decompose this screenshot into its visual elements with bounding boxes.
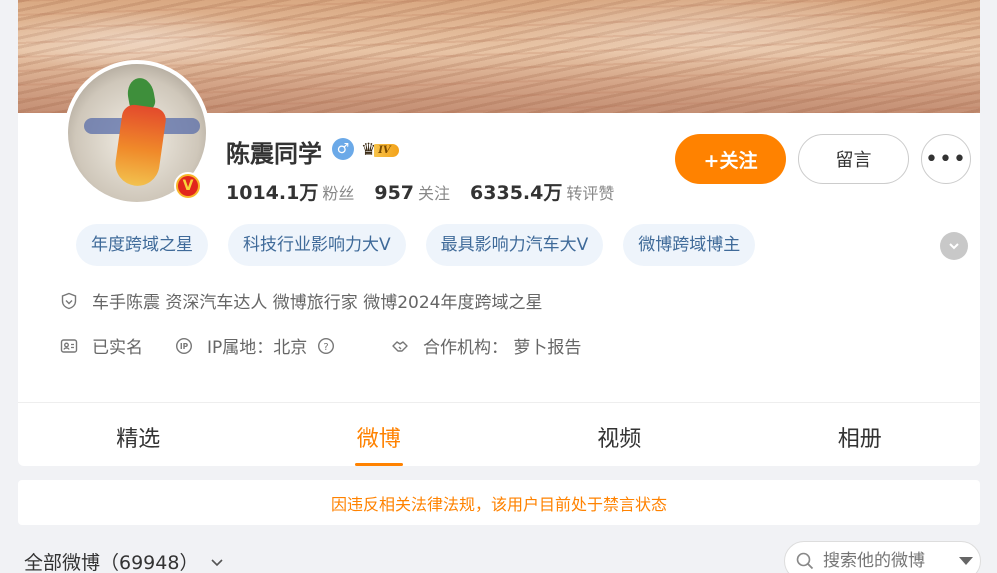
id-card-icon [60, 338, 78, 353]
chevron-down-icon [949, 243, 959, 250]
search-box[interactable] [784, 541, 981, 573]
following-count[interactable]: 957 [374, 182, 414, 204]
org-row: 合作机构： 萝卜报告 [391, 333, 581, 358]
all-weibo-label: 全部微博（69948） [24, 552, 199, 573]
bio-row: 车手陈震 资深汽车达人 微博旅行家 微博2024年度跨域之星 [60, 288, 542, 313]
search-filter-dropdown-icon[interactable] [959, 557, 973, 565]
org-text[interactable]: 合作机构： 萝卜报告 [423, 333, 581, 358]
followers-count[interactable]: 1014.1万 [226, 178, 318, 205]
level-label: IV [374, 143, 399, 157]
more-button[interactable]: ••• [921, 134, 971, 184]
following-label[interactable]: 关注 [418, 180, 450, 204]
follow-button[interactable]: +关注 [675, 134, 786, 184]
expand-tags-button[interactable] [940, 232, 968, 260]
followers-label[interactable]: 粉丝 [322, 180, 354, 204]
bio-text: 车手陈震 资深汽车达人 微博旅行家 微博2024年度跨域之星 [92, 293, 543, 313]
user-level-badge[interactable]: ♛ IV [361, 139, 399, 161]
tab-videos[interactable]: 视频 [499, 403, 740, 466]
engagement-count: 6335.4万 [470, 182, 563, 204]
tab-featured[interactable]: 精选 [18, 403, 259, 466]
engagement-label: 转评赞 [566, 184, 615, 203]
realname-row: 已实名 [60, 333, 143, 358]
message-button[interactable]: 留言 [798, 134, 909, 184]
profile-name: 陈震同学 [226, 140, 322, 168]
profile-stats: 1014.1万 粉丝 957 关注 6335.4万 转评赞 [226, 178, 634, 205]
male-icon: ♂ [332, 138, 354, 160]
search-input[interactable] [823, 551, 953, 571]
ip-text: IP属地：北京 [207, 338, 308, 358]
tab-albums[interactable]: 相册 [740, 403, 981, 466]
svg-text:?: ? [324, 342, 329, 353]
handshake-icon [392, 340, 408, 352]
tag-item[interactable]: 科技行业影响力大V [228, 224, 406, 266]
profile-card: V 陈震同学 ♂ ♛ IV 1014.1万 粉丝 957 关注 6335.4万 … [18, 0, 980, 466]
tag-item[interactable]: 年度跨域之星 [76, 224, 208, 266]
svg-text:IP: IP [180, 342, 189, 351]
search-icon [796, 552, 814, 570]
ban-notice: 因违反相关法律法规，该用户目前处于禁言状态 [18, 480, 980, 525]
ip-icon: IP [175, 337, 193, 354]
realname-text: 已实名 [92, 338, 143, 358]
shield-icon [61, 292, 77, 309]
chevron-down-icon [211, 558, 224, 566]
honor-tags: 年度跨域之星 科技行业影响力大V 最具影响力汽车大V 微博跨域博主 [76, 224, 756, 266]
profile-tabs: 精选 微博 视频 相册 [18, 403, 980, 466]
help-icon[interactable]: ? [317, 337, 335, 355]
tag-item[interactable]: 最具影响力汽车大V [425, 224, 604, 266]
all-weibo-dropdown[interactable]: 全部微博（69948） [24, 548, 224, 573]
verified-badge-icon: V [174, 172, 202, 200]
tag-item[interactable]: 微博跨域博主 [623, 224, 756, 266]
tab-weibo[interactable]: 微博 [259, 403, 500, 466]
ip-row: IP IP属地：北京 ? [175, 333, 335, 358]
